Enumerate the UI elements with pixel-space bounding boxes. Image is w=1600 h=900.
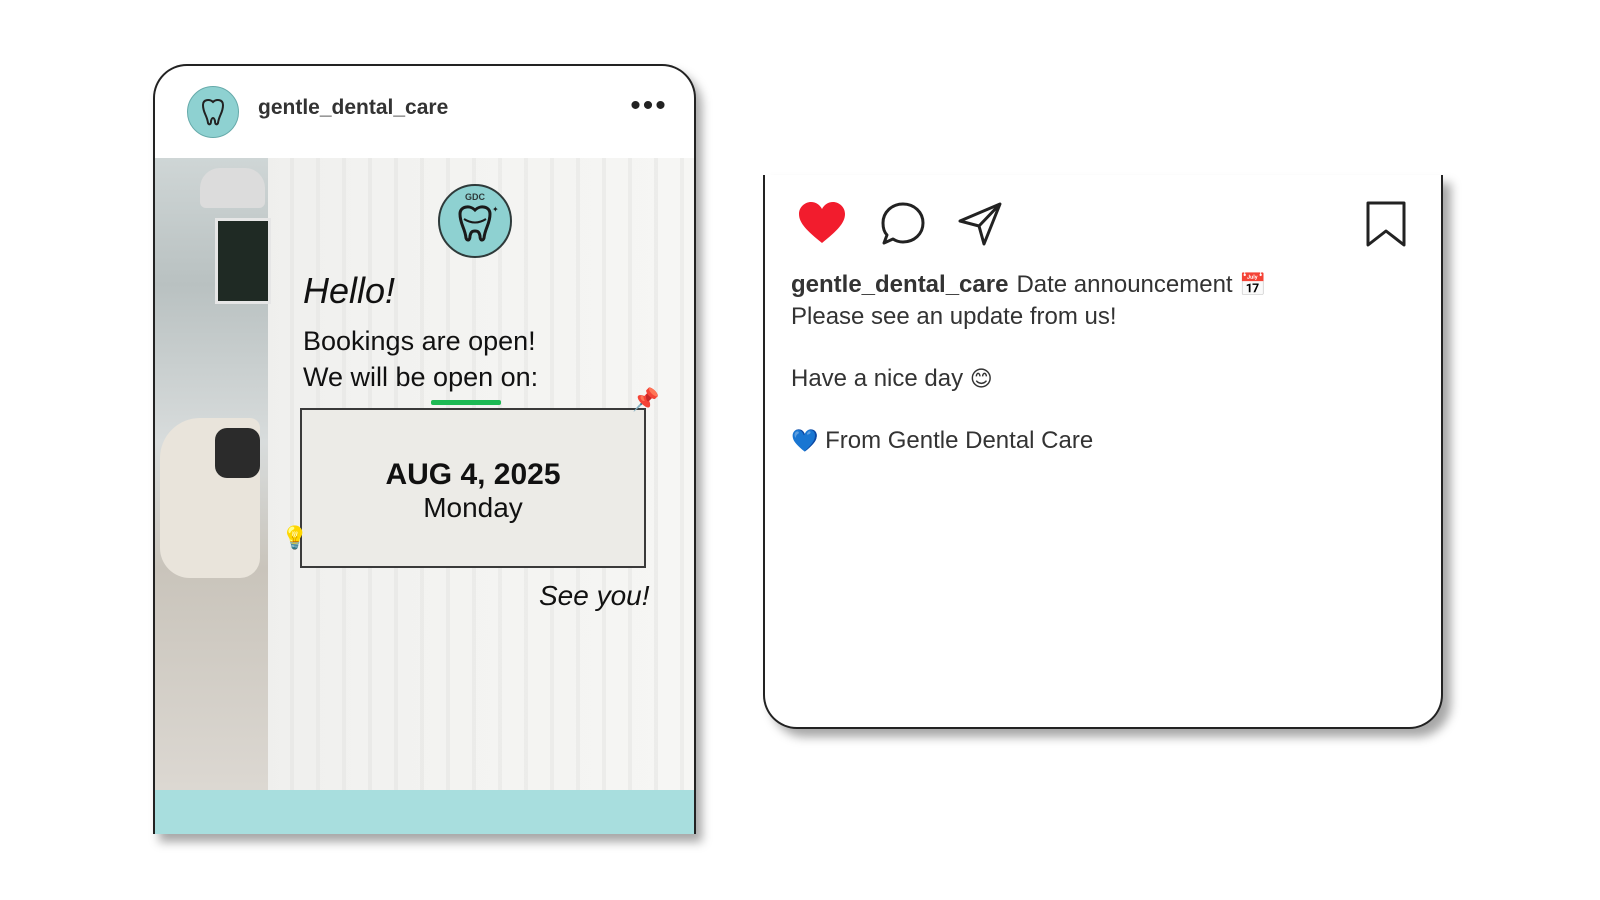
caption-signoff-line: 💙 From Gentle Dental Care: [791, 427, 1093, 455]
caption-username[interactable]: gentle_dental_care: [791, 271, 1008, 298]
post-username[interactable]: gentle_dental_care: [258, 96, 448, 120]
profile-avatar[interactable]: [187, 86, 239, 138]
dental-lamp: [200, 168, 265, 208]
comment-icon[interactable]: [880, 201, 926, 247]
bookings-open-text: Bookings are open!: [303, 326, 536, 356]
clinic-monitor: [215, 218, 271, 304]
caption-update-line: Please see an update from us!: [791, 303, 1117, 330]
tooth-icon: ✦: [458, 205, 499, 242]
open-highlight: open: [433, 362, 494, 392]
dental-clinic-photo: [155, 158, 271, 790]
calendar-emoji: 📅: [1239, 273, 1267, 298]
caption-nice-day-line: Have a nice day 😊: [791, 365, 993, 393]
post-footer-bar: [155, 790, 694, 834]
caption-first-line: gentle_dental_care Date announcement 📅: [791, 271, 1267, 299]
chair-headrest: [215, 428, 260, 478]
opening-date: AUG 4, 2025: [385, 458, 561, 491]
send-icon[interactable]: [957, 201, 1003, 247]
closing-text: See you!: [539, 580, 650, 611]
svg-text:✦: ✦: [492, 205, 499, 214]
signoff-text: From Gentle Dental Care: [825, 427, 1094, 454]
open-on-suffix: on:: [493, 362, 539, 392]
blue-heart-emoji: 💙: [791, 429, 819, 454]
more-options-icon[interactable]: •••: [629, 91, 669, 124]
post-image[interactable]: GDC ✦ Hello! Bookings are open! We will …: [155, 158, 694, 790]
open-on-text: We will be open on:: [303, 362, 538, 393]
lightbulb-icon: 💡: [281, 526, 309, 551]
instagram-post: gentle_dental_care ••• GDC ✦ Hello! Book…: [153, 64, 696, 834]
heart-icon[interactable]: [797, 201, 847, 245]
green-underline: [431, 400, 501, 405]
caption-title: Date announcement: [1016, 271, 1233, 298]
pushpin-icon: 📌: [632, 388, 660, 413]
opening-weekday: Monday: [423, 492, 523, 523]
post-header: gentle_dental_care •••: [155, 66, 694, 158]
smile-emoji: 😊: [969, 367, 993, 392]
tooth-logo-icon: [201, 99, 225, 126]
open-on-prefix: We will be: [303, 362, 434, 392]
bookmark-icon[interactable]: [1365, 201, 1407, 247]
clinic-logo: GDC ✦: [438, 184, 512, 258]
caption-card: gentle_dental_care Date announcement 📅 Pl…: [763, 175, 1443, 729]
nice-day-text: Have a nice day: [791, 365, 964, 392]
greeting-text: Hello!: [303, 270, 396, 311]
date-box: AUG 4, 2025 Monday: [300, 408, 646, 568]
